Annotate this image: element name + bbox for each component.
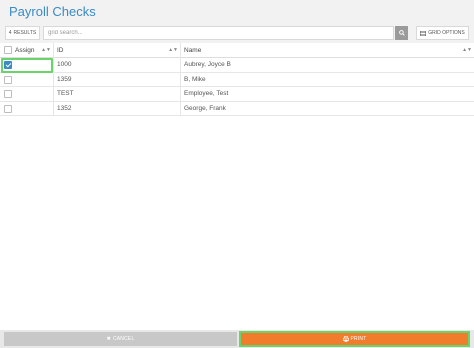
sort-icon: ▲▼ <box>168 47 178 53</box>
close-icon: ✖ <box>106 336 111 342</box>
table-row[interactable]: TEST Employee, Test <box>0 87 474 102</box>
grid-options-button[interactable]: GRID OPTIONS <box>416 26 469 40</box>
action-footer: ✖ CANCEL PRINT <box>0 330 474 348</box>
cancel-label: CANCEL <box>112 336 135 342</box>
name-column-header[interactable]: Name ▲▼ <box>181 43 474 58</box>
page-title: Payroll Checks <box>9 4 96 19</box>
table-row[interactable]: 1000 Aubrey, Joyce B <box>0 58 474 73</box>
payroll-grid: Assign ▲▼ ID ▲▼ Name ▲▼ 1000 Aubrey, Joy… <box>0 43 474 116</box>
select-all-checkbox[interactable] <box>4 46 12 54</box>
name-cell: Aubrey, Joyce B <box>184 61 231 68</box>
results-count: 4 <box>8 30 12 36</box>
id-header-label: ID <box>57 47 64 54</box>
name-cell: B, Mike <box>184 75 206 83</box>
id-column-header[interactable]: ID ▲▼ <box>54 43 181 58</box>
name-cell: Employee, Test <box>184 90 229 97</box>
id-cell: 1352 <box>54 101 181 116</box>
grid-options-label: GRID OPTIONS <box>428 30 465 36</box>
id-cell: 1000 <box>54 58 181 72</box>
assign-checkbox[interactable] <box>4 75 12 84</box>
assign-cell[interactable] <box>0 101 54 116</box>
grid-header-row: Assign ▲▼ ID ▲▼ Name ▲▼ <box>0 43 474 58</box>
printer-icon <box>342 336 349 342</box>
grid-icon <box>420 30 427 36</box>
grid-search-input[interactable] <box>43 26 394 40</box>
assign-checkbox[interactable] <box>4 104 12 113</box>
focus-highlight <box>1 58 53 73</box>
results-label: RESULTS <box>13 30 37 36</box>
id-cell: TEST <box>54 87 181 101</box>
print-label: PRINT <box>350 336 367 342</box>
name-cell: George, Frank <box>184 104 226 112</box>
search-icon <box>398 30 405 36</box>
sort-icon: ▲▼ <box>41 47 51 53</box>
assign-cell[interactable] <box>0 87 54 101</box>
assign-column-header[interactable]: Assign ▲▼ <box>0 43 54 58</box>
name-header-label: Name <box>184 47 202 54</box>
table-row[interactable]: 1359 B, Mike <box>0 72 474 87</box>
assign-cell[interactable] <box>0 58 54 73</box>
sort-icon: ▲▼ <box>462 47 472 53</box>
grid-toolbar: 4 RESULTS GRID OPTIONS <box>0 24 474 43</box>
assign-header-label: Assign <box>15 47 35 54</box>
results-count-button[interactable]: 4 RESULTS <box>5 26 40 40</box>
cancel-button[interactable]: ✖ CANCEL <box>4 332 237 346</box>
page-header: Payroll Checks <box>0 0 474 24</box>
search-button[interactable] <box>395 26 408 40</box>
table-row[interactable]: 1352 George, Frank <box>0 101 474 116</box>
assign-cell[interactable] <box>0 72 54 87</box>
id-cell: 1359 <box>54 72 181 87</box>
print-button[interactable]: PRINT <box>239 331 470 347</box>
assign-checkbox[interactable] <box>4 90 12 98</box>
